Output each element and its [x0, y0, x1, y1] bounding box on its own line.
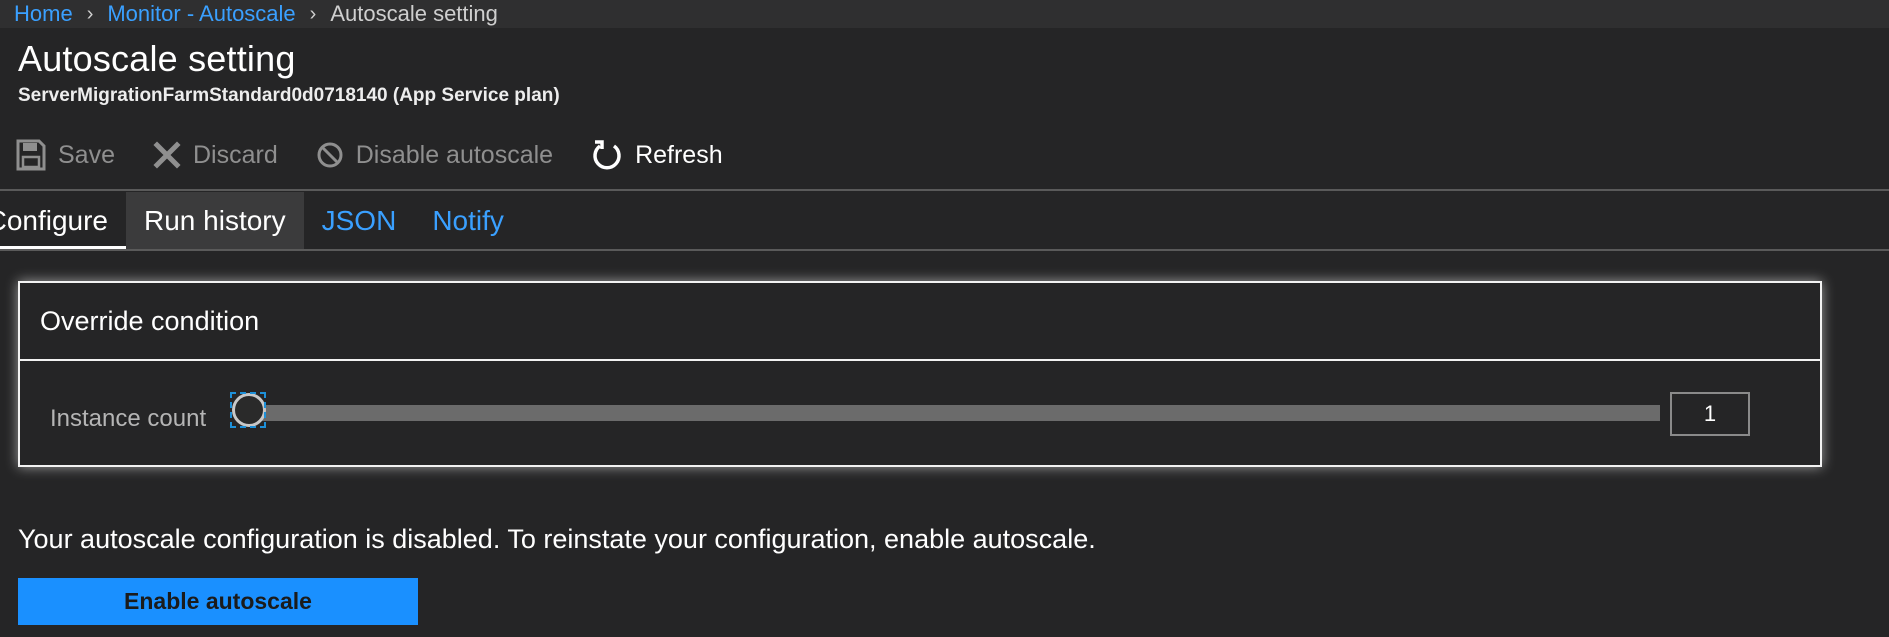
breadcrumb: Home › Monitor - Autoscale › Autoscale s…: [0, 0, 1889, 28]
save-label: Save: [58, 140, 115, 169]
tab-run-history[interactable]: Run history: [126, 192, 304, 250]
discard-button[interactable]: Discard: [153, 141, 278, 170]
tab-notify[interactable]: Notify: [414, 192, 522, 250]
slider-focus-outline: [230, 392, 266, 428]
refresh-icon: [591, 139, 623, 171]
disable-autoscale-label: Disable autoscale: [355, 140, 554, 169]
instance-count-row: Instance count: [20, 361, 1820, 465]
override-condition-panel: Override condition Instance count: [18, 281, 1822, 467]
tabs-divider: [0, 249, 1889, 251]
breadcrumb-home-link[interactable]: Home: [14, 1, 73, 27]
breadcrumb-monitor-autoscale-link[interactable]: Monitor - Autoscale: [107, 1, 295, 27]
instance-count-slider-track[interactable]: [248, 405, 1660, 421]
chevron-right-icon: ›: [309, 2, 317, 25]
chevron-right-icon: ›: [86, 2, 94, 25]
tab-configure[interactable]: Configure: [0, 192, 126, 250]
close-icon: [153, 141, 181, 169]
page-subtitle: ServerMigrationFarmStandard0d0718140 (Ap…: [18, 85, 560, 106]
tab-bar: Configure Run history JSON Notify: [0, 192, 522, 250]
refresh-label: Refresh: [635, 140, 723, 169]
override-condition-title: Override condition: [20, 283, 1820, 361]
block-icon: [316, 141, 344, 169]
command-bar: Save Discard Disable autoscale Refresh: [16, 132, 723, 178]
page-title: Autoscale setting: [18, 38, 296, 79]
instance-count-label: Instance count: [50, 405, 207, 432]
save-button[interactable]: Save: [16, 139, 115, 171]
tab-json[interactable]: JSON: [304, 192, 415, 250]
disable-autoscale-button[interactable]: Disable autoscale: [316, 141, 553, 170]
instance-count-input[interactable]: [1670, 392, 1750, 436]
breadcrumb-current: Autoscale setting: [330, 1, 498, 26]
autoscale-disabled-message: Your autoscale configuration is disabled…: [18, 524, 1096, 554]
enable-autoscale-button[interactable]: Enable autoscale: [18, 578, 418, 625]
refresh-button[interactable]: Refresh: [591, 139, 723, 171]
save-icon: [16, 139, 46, 171]
autoscale-setting-page: Home › Monitor - Autoscale › Autoscale s…: [0, 0, 1889, 637]
toolbar-divider: [0, 189, 1889, 191]
discard-label: Discard: [192, 140, 278, 169]
